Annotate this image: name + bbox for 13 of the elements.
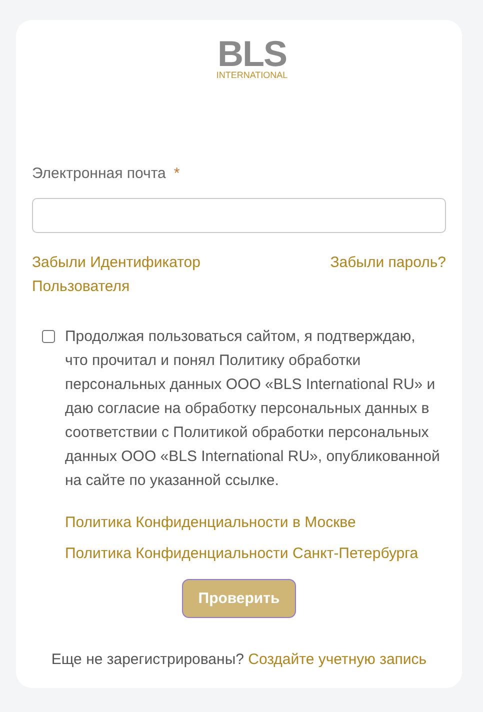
required-mark: * [174,165,180,182]
consent-checkbox[interactable] [42,330,55,343]
field-label: Электронная почта [32,165,166,182]
submit-button[interactable]: Проверить [182,578,296,618]
signup-prompt: Еще не зарегистрированы? Создайте учетную запись [50,650,428,670]
forgot-id-link[interactable]: Забыли Идентификатор Пользователя [32,250,232,299]
email-field[interactable] [32,198,446,233]
policy-link[interactable]: Политика Конфиденциальности в Москве [65,510,446,535]
forgot-password-link[interactable]: Забыли пароль? [330,250,446,299]
consent-text: Продолжая пользоваться сайтом, я подтверждаю, что прочитал и понял Политику обработки персональных данных ООО «BLS International RU» и даю согласие на обработку персональных данных в соответствии с Политикой обработки персональных данных ООО «BLS International RU», опубликованной на сайте по указанной ссылке. [65,326,440,491]
policy-link[interactable]: Политика Конфиденциальности Санкт-Петербурга [65,542,446,566]
logo: BLS INTERNATIONAL [216,38,288,81]
signup-link[interactable]: Создайте учетную запись [248,651,427,668]
